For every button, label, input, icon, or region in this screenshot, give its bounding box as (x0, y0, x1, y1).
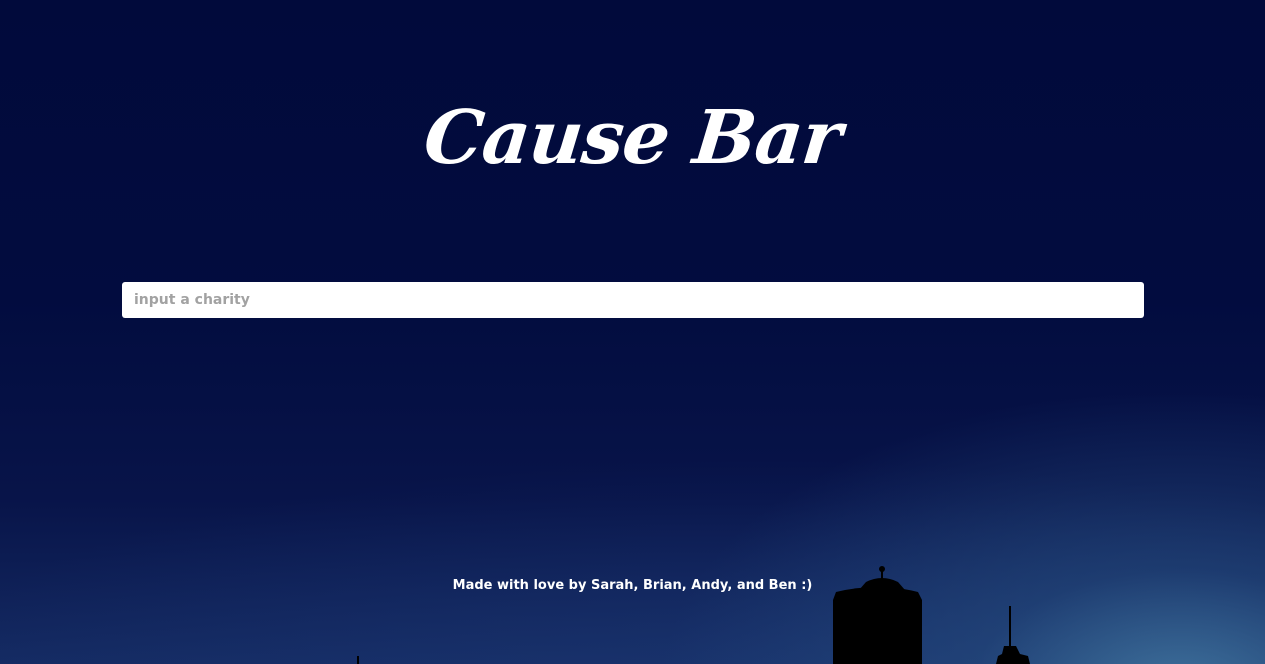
cause-bar-logo: Cause Bar (420, 95, 845, 181)
charity-search-input[interactable] (122, 282, 1144, 318)
footer-credit: Made with love by Sarah, Brian, Andy, an… (452, 578, 813, 593)
